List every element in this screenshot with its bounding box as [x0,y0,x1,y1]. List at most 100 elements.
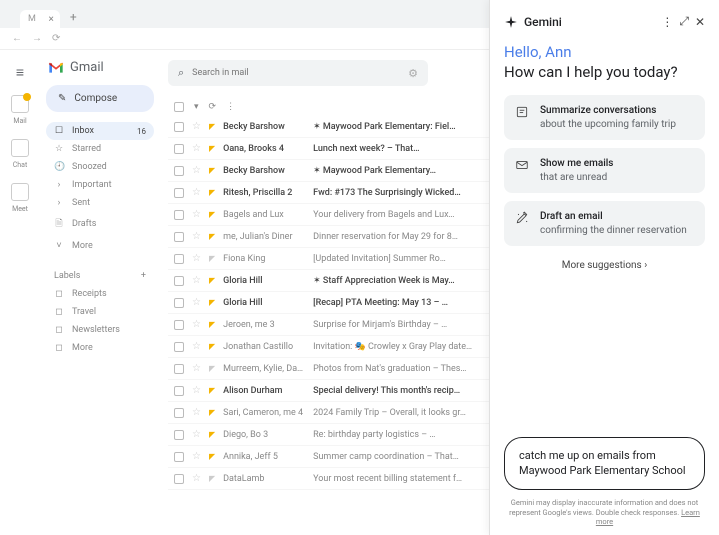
email-sender: Gloria Hill [223,298,305,308]
nav-forward-icon[interactable]: → [32,33,42,44]
dropdown-icon[interactable]: ▾ [194,102,199,112]
email-checkbox[interactable] [174,122,184,132]
more-suggestions-button[interactable]: More suggestions › [504,260,705,271]
suggestion-card[interactable]: Draft an email confirming the dinner res… [504,201,705,246]
sidebar-item-important[interactable]: ›Important [46,176,154,194]
search-bar[interactable]: ⌕ ⚙ [168,60,428,86]
expand-icon[interactable]: ⤢ [679,14,689,29]
importance-marker-icon[interactable]: ◤ [209,166,215,175]
menu-icon[interactable]: ≡ [16,64,24,81]
star-icon[interactable]: ☆ [192,297,201,308]
importance-marker-icon[interactable]: ◤ [209,386,215,395]
new-tab-button[interactable]: + [62,6,85,28]
sidebar-item-snoozed[interactable]: 🕘Snoozed [46,158,154,176]
importance-marker-icon[interactable]: ◤ [209,188,215,197]
more-icon[interactable]: ⋮ [226,102,235,112]
importance-marker-icon[interactable]: ◤ [209,232,215,241]
sidebar-item-more[interactable]: ˅More [46,236,154,255]
suggestion-subtitle: that are unread [540,171,613,185]
email-sender: Murreem, Kylie, David [223,364,305,374]
email-checkbox[interactable] [174,166,184,176]
more-icon[interactable]: ⋮ [661,15,673,29]
label-item[interactable]: ◻Newsletters [46,321,154,339]
gemini-input[interactable]: catch me up on emails from Maywood Park … [504,437,705,490]
importance-marker-icon[interactable]: ◤ [209,122,215,131]
search-filter-icon[interactable]: ⚙ [408,67,418,80]
sidebar-item-inbox[interactable]: ☐Inbox16 [46,122,154,140]
email-checkbox[interactable] [174,430,184,440]
label-item[interactable]: ◻Travel [46,303,154,321]
importance-marker-icon[interactable]: ◤ [209,298,215,307]
importance-marker-icon[interactable]: ◤ [209,210,215,219]
star-icon[interactable]: ☆ [192,143,201,154]
search-input[interactable] [192,68,400,78]
star-icon[interactable]: ☆ [192,385,201,396]
email-checkbox[interactable] [174,386,184,396]
app-rail: ≡ Mail Chat Meet [0,50,40,535]
nav-back-icon[interactable]: ← [12,33,22,44]
refresh-icon[interactable]: ⟳ [209,102,217,112]
star-icon[interactable]: ☆ [192,275,201,286]
compose-button[interactable]: ✎ Compose [46,85,154,112]
importance-marker-icon[interactable]: ◤ [209,342,215,351]
sidebar-item-starred[interactable]: ☆Starred [46,140,154,158]
browser-tab[interactable]: M × [20,10,60,28]
email-checkbox[interactable] [174,364,184,374]
label-item[interactable]: ◻Receipts [46,285,154,303]
email-sender: me, Julian's Diner [223,232,305,242]
sidebar: Gmail ✎ Compose ☐Inbox16☆Starred🕘Snoozed… [40,50,160,535]
importance-marker-icon[interactable]: ◤ [209,254,215,263]
email-checkbox[interactable] [174,320,184,330]
suggestion-card[interactable]: Summarize conversations about the upcomi… [504,95,705,140]
gemini-title: Gemini [524,15,562,29]
mail-app-icon[interactable] [11,95,29,113]
nav-reload-icon[interactable]: ⟳ [52,33,60,44]
importance-marker-icon[interactable]: ◤ [209,144,215,153]
star-icon[interactable]: ☆ [192,473,201,484]
email-checkbox[interactable] [174,188,184,198]
star-icon[interactable]: ☆ [192,363,201,374]
label-item[interactable]: ◻More [46,339,154,357]
chat-app-icon[interactable] [11,139,29,157]
star-icon[interactable]: ☆ [192,187,201,198]
importance-marker-icon[interactable]: ◤ [209,430,215,439]
star-icon[interactable]: ☆ [192,341,201,352]
suggestion-card[interactable]: Show me emails that are unread [504,148,705,193]
importance-marker-icon[interactable]: ◤ [209,364,215,373]
star-icon[interactable]: ☆ [192,451,201,462]
add-label-icon[interactable]: + [141,271,146,281]
star-icon[interactable]: ☆ [192,253,201,264]
email-checkbox[interactable] [174,342,184,352]
select-all-checkbox[interactable] [174,102,184,112]
tab-favicon: M [28,14,36,24]
close-icon[interactable]: × [49,14,54,25]
sidebar-item-drafts[interactable]: 🗎Drafts [46,212,154,236]
importance-marker-icon[interactable]: ◤ [209,276,215,285]
email-checkbox[interactable] [174,474,184,484]
email-checkbox[interactable] [174,210,184,220]
email-checkbox[interactable] [174,298,184,308]
email-checkbox[interactable] [174,232,184,242]
importance-marker-icon[interactable]: ◤ [209,474,215,483]
star-icon[interactable]: ☆ [192,121,201,132]
email-checkbox[interactable] [174,254,184,264]
importance-marker-icon[interactable]: ◤ [209,320,215,329]
star-icon[interactable]: ☆ [192,429,201,440]
email-sender: Sari, Cameron, me 4 [223,408,305,418]
star-icon[interactable]: ☆ [192,165,201,176]
star-icon[interactable]: ☆ [192,319,201,330]
email-sender: Bagels and Lux [223,210,305,220]
email-checkbox[interactable] [174,144,184,154]
label-icon: ◻ [54,325,64,335]
close-icon[interactable]: ✕ [695,15,705,29]
sidebar-item-sent[interactable]: ›Sent [46,194,154,212]
star-icon[interactable]: ☆ [192,209,201,220]
meet-app-icon[interactable] [11,183,29,201]
email-checkbox[interactable] [174,276,184,286]
email-checkbox[interactable] [174,408,184,418]
importance-marker-icon[interactable]: ◤ [209,408,215,417]
importance-marker-icon[interactable]: ◤ [209,452,215,461]
star-icon[interactable]: ☆ [192,231,201,242]
email-checkbox[interactable] [174,452,184,462]
star-icon[interactable]: ☆ [192,407,201,418]
